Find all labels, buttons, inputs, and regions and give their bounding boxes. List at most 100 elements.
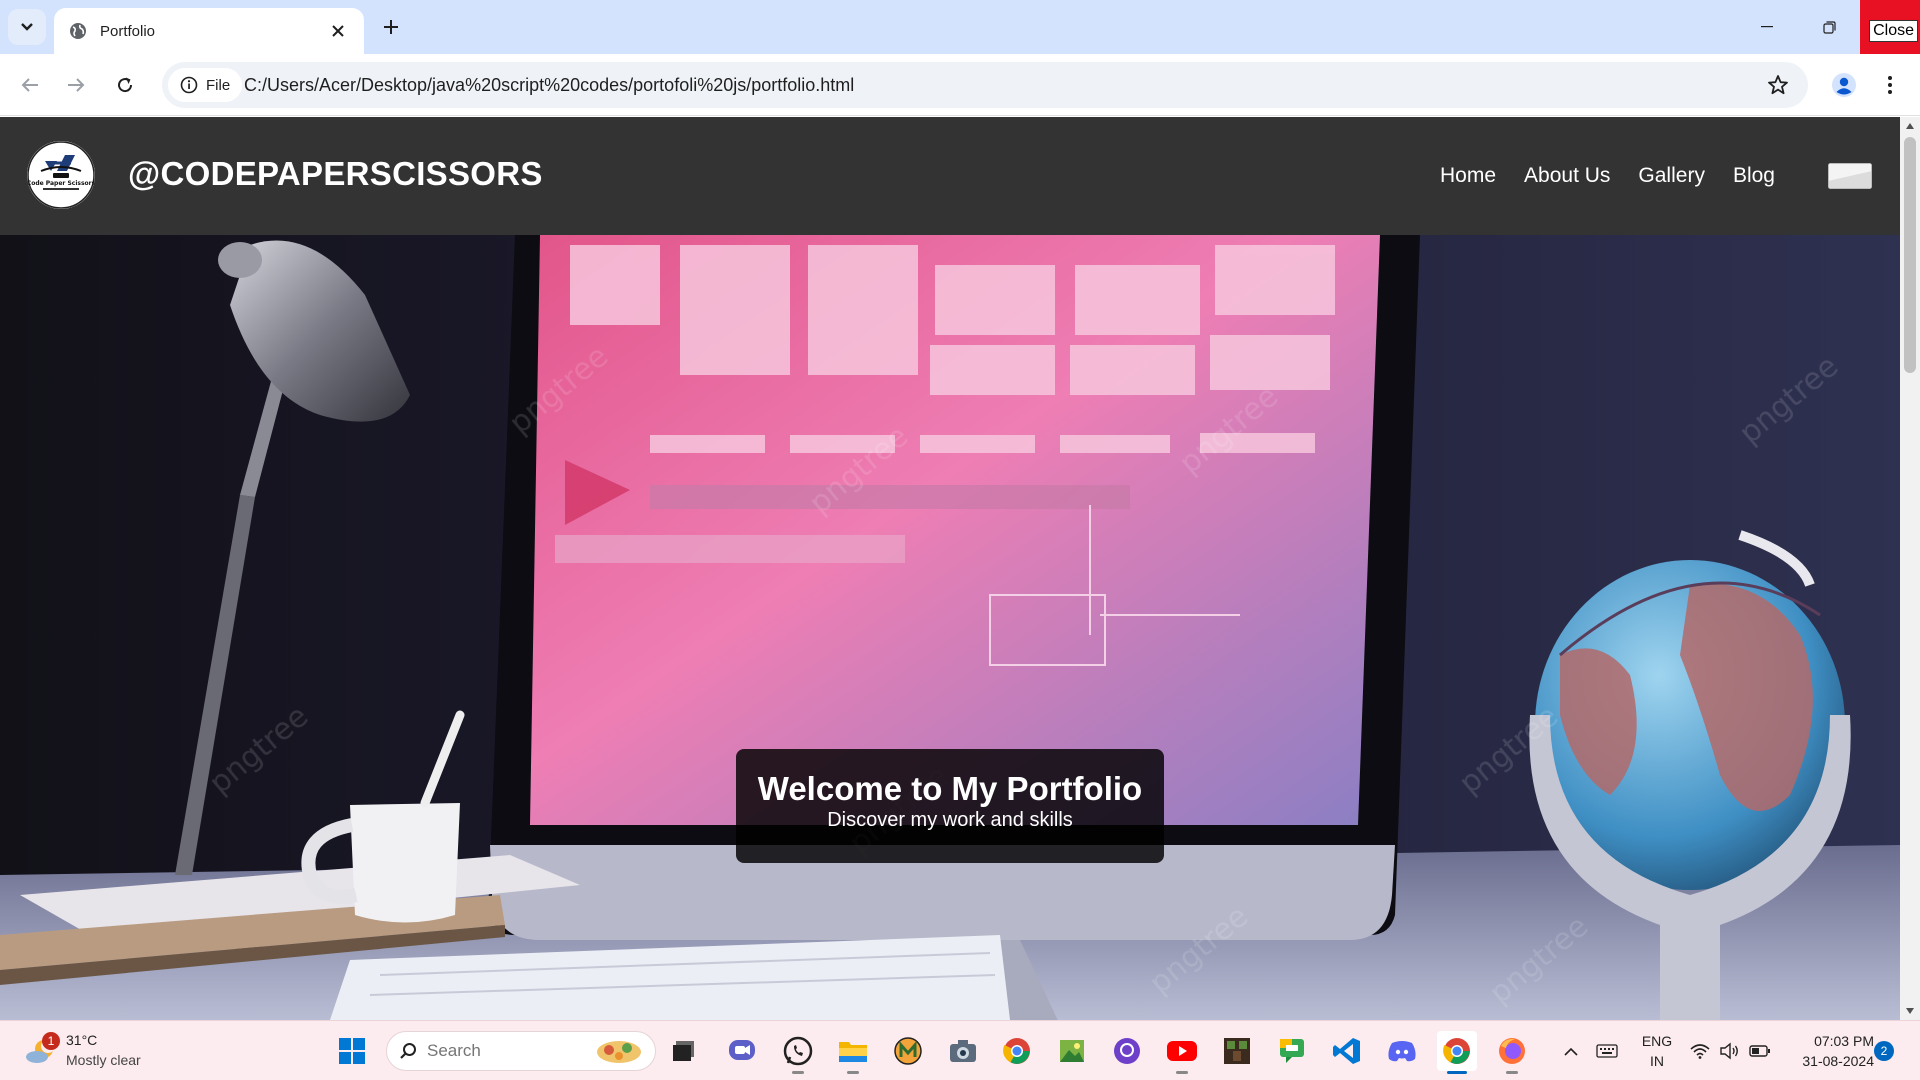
taskbar-vscode-app[interactable]	[1327, 1031, 1367, 1071]
running-indicator	[847, 1071, 859, 1074]
back-button[interactable]	[12, 67, 48, 103]
weather-badge: 1	[42, 1032, 60, 1050]
new-tab-button[interactable]	[376, 12, 406, 42]
volume-status[interactable]	[1716, 1021, 1744, 1080]
weather-temperature: 31°C	[66, 1032, 98, 1048]
clock[interactable]: 07:03 PM 31-08-2024	[1784, 1031, 1874, 1071]
weather-condition: Mostly clear	[66, 1052, 141, 1068]
youtube-icon	[1167, 1041, 1197, 1061]
site-logo[interactable]: Code Paper Scissors	[27, 141, 95, 209]
taskbar-camera-app[interactable]	[943, 1031, 983, 1071]
task-view-icon	[673, 1041, 694, 1061]
taskbar-chrome-active-app[interactable]	[1437, 1031, 1477, 1074]
language-indicator[interactable]: ENG IN	[1636, 1031, 1678, 1071]
m-logo-icon	[894, 1037, 922, 1065]
running-indicator	[792, 1071, 804, 1074]
bookmark-star-icon[interactable]	[1764, 71, 1792, 99]
forward-button[interactable]	[58, 67, 94, 103]
clock-date: 31-08-2024	[1802, 1053, 1874, 1069]
site-info-label: File	[206, 76, 231, 94]
battery-status[interactable]	[1746, 1021, 1774, 1080]
battery-icon	[1749, 1045, 1770, 1057]
task-view-button[interactable]	[664, 1031, 704, 1071]
whatsapp-icon	[783, 1036, 813, 1066]
chrome-icon	[1443, 1038, 1470, 1064]
plus-icon	[384, 20, 398, 34]
taskbar-minecraft-app[interactable]	[1217, 1031, 1257, 1071]
taskbar-search-input[interactable]	[427, 1041, 577, 1061]
close-tab-icon[interactable]	[326, 19, 350, 43]
taskbar-github-app[interactable]	[1107, 1031, 1147, 1071]
scrollbar-thumb[interactable]	[1904, 137, 1916, 373]
site-brand-title[interactable]: @CODEPAPERSCISSORS	[128, 155, 543, 193]
touch-keyboard-button[interactable]	[1592, 1021, 1622, 1080]
reload-button[interactable]	[107, 67, 143, 103]
running-indicator	[1176, 1071, 1188, 1074]
nav-link-home[interactable]: Home	[1440, 164, 1496, 188]
profile-avatar-icon[interactable]	[1826, 67, 1862, 103]
nav-link-blog[interactable]: Blog	[1733, 164, 1775, 188]
search-icon	[400, 1043, 416, 1059]
wifi-icon	[1690, 1044, 1710, 1059]
taskbar-whatsapp-app[interactable]	[778, 1031, 818, 1074]
weather-widget[interactable]: 1 31°C Mostly clear	[22, 1029, 192, 1073]
info-icon	[180, 76, 198, 94]
taskbar-youtube-app[interactable]	[1162, 1031, 1202, 1074]
taskbar-photos-app[interactable]	[1052, 1031, 1092, 1071]
site-header: Code Paper Scissors @CODEPAPERSCISSORS H…	[0, 117, 1900, 235]
nav-link-gallery[interactable]: Gallery	[1638, 164, 1705, 188]
taskbar-mail-app[interactable]	[888, 1031, 928, 1071]
chevron-down-icon	[21, 23, 33, 31]
folder-icon	[839, 1042, 867, 1062]
page-viewport: Code Paper Scissors @CODEPAPERSCISSORS H…	[0, 117, 1900, 1020]
start-button[interactable]	[332, 1031, 372, 1071]
chrome-icon	[1003, 1038, 1030, 1064]
language-code: ENG	[1641, 1033, 1673, 1049]
speaker-icon	[1720, 1042, 1738, 1060]
keyboard-icon	[1596, 1044, 1618, 1058]
arrow-right-icon	[68, 78, 85, 92]
minimize-button[interactable]	[1738, 0, 1796, 54]
taskbar-search-box[interactable]	[386, 1031, 656, 1071]
taskbar-file-explorer-app[interactable]	[833, 1031, 873, 1074]
github-icon	[1114, 1038, 1140, 1064]
taskbar-chrome-app[interactable]	[997, 1031, 1037, 1071]
site-info-button[interactable]: File	[168, 68, 243, 102]
taskbar-meet-app[interactable]	[722, 1031, 762, 1071]
theme-toggle-button[interactable]	[1828, 163, 1872, 189]
window-close-button[interactable]: Close	[1860, 0, 1920, 54]
chevron-up-icon	[1564, 1047, 1578, 1056]
globe-icon	[68, 21, 88, 41]
scroll-down-arrow-icon[interactable]	[1900, 1002, 1920, 1020]
running-indicator	[1506, 1071, 1518, 1074]
close-tooltip: Close	[1869, 20, 1918, 42]
discord-icon	[1388, 1041, 1416, 1062]
restore-button[interactable]	[1800, 0, 1858, 54]
search-highlight-icon	[597, 1041, 641, 1063]
browser-tab-strip: Portfolio Close	[0, 0, 1920, 54]
svg-text:Code Paper Scissors: Code Paper Scissors	[27, 180, 95, 187]
address-bar[interactable]: File C:/Users/Acer/Desktop/java%20script…	[162, 62, 1808, 108]
scroll-up-arrow-icon[interactable]	[1900, 117, 1920, 135]
wifi-status[interactable]	[1686, 1021, 1714, 1080]
url-field[interactable]: C:/Users/Acer/Desktop/java%20script%20co…	[244, 62, 1684, 108]
hero-section: pngtree pngtree pngtree pngtree pngtree …	[0, 235, 1900, 1020]
taskbar-discord-app[interactable]	[1382, 1031, 1422, 1071]
show-hidden-icons-button[interactable]	[1556, 1021, 1586, 1080]
page-scrollbar[interactable]	[1900, 117, 1920, 1020]
browser-menu-icon[interactable]	[1872, 67, 1908, 103]
nav-link-about-us[interactable]: About Us	[1524, 164, 1610, 188]
tab-search-button[interactable]	[8, 9, 46, 45]
taskbar-firefox-app[interactable]	[1492, 1031, 1532, 1074]
meet-video-icon	[729, 1040, 755, 1060]
windows-start-icon	[339, 1038, 365, 1064]
windows-taskbar: 1 31°C Mostly clear Search ENG IN 07:03 …	[0, 1020, 1920, 1080]
region-code: IN	[1650, 1053, 1664, 1069]
notification-badge[interactable]: 2	[1874, 1041, 1894, 1061]
vscode-icon	[1333, 1038, 1360, 1064]
minecraft-icon	[1224, 1038, 1250, 1064]
taskbar-google-chat-app[interactable]	[1272, 1031, 1312, 1071]
camera-icon	[950, 1040, 976, 1062]
site-nav: Home About Us Gallery Blog	[1440, 117, 1775, 235]
browser-tab-portfolio[interactable]: Portfolio	[54, 8, 364, 54]
